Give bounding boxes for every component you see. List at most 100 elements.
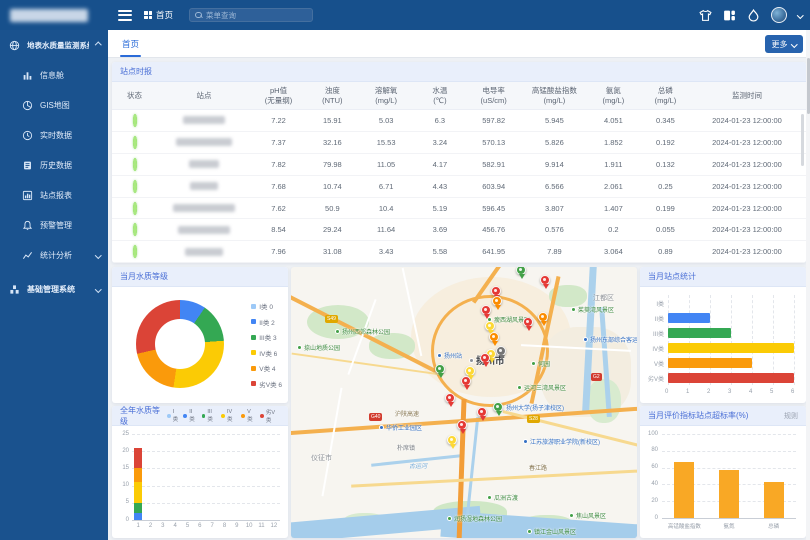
legend-item[interactable]: IV类 <box>221 409 237 423</box>
annual-quality-panel: 全年水质等级 I类II类III类IV类V类劣V类 051015202512345… <box>112 406 288 538</box>
station-marker[interactable] <box>496 346 506 356</box>
station-marker[interactable] <box>538 312 548 322</box>
theme-skin-icon[interactable] <box>699 9 712 22</box>
x-tick-label: 2 <box>707 389 710 395</box>
value-cell: 3.43 <box>358 247 414 256</box>
value-cell: 4.17 <box>414 160 466 169</box>
gridline <box>752 295 753 385</box>
legend-item[interactable]: II类 <box>183 409 197 423</box>
legend-item[interactable]: IV类 6 <box>251 348 282 358</box>
legend-item[interactable]: V类 4 <box>251 363 282 373</box>
park-icon <box>527 529 532 534</box>
station-marker[interactable] <box>516 267 526 275</box>
station-marker[interactable] <box>492 296 502 306</box>
station-marker[interactable] <box>435 364 445 374</box>
sidebar-root-base-management[interactable]: 基础管理系统 <box>0 274 108 304</box>
value-cell: 6.566 <box>521 182 587 191</box>
station-marker[interactable] <box>461 376 471 386</box>
table-row[interactable]: 7.6250.910.45.19596.453.8071.4070.199202… <box>112 198 806 220</box>
column-header: 水温(℃) <box>414 86 466 105</box>
table-row[interactable]: 7.3732.1615.533.24570.135.8261.8520.1922… <box>112 132 806 154</box>
station-marker[interactable] <box>477 407 487 417</box>
station-report-title: 站点时报 <box>120 66 152 77</box>
table-row[interactable]: 7.8279.9811.054.17582.919.9141.9110.1322… <box>112 154 806 176</box>
road-shield: G2 <box>591 373 602 381</box>
map[interactable]: G40S49S28G2 扬州市江都区仪征市扬州西郊森林公园捺山地质公园茱萸湾风景… <box>291 267 637 538</box>
sidebar-item-3[interactable]: 历史数据 <box>0 150 108 180</box>
sidebar-item-2[interactable]: 实时数据 <box>0 120 108 150</box>
alert-icon <box>22 220 33 231</box>
station-marker[interactable] <box>493 402 503 412</box>
station-marker[interactable] <box>445 393 455 403</box>
topnav-home[interactable]: 首页 <box>144 9 173 21</box>
table-row[interactable]: 8.5429.2411.643.69456.760.5760.20.055202… <box>112 219 806 241</box>
sidebar-item-5[interactable]: 预警管理 <box>0 210 108 240</box>
menu-search-input[interactable] <box>206 11 307 20</box>
more-button[interactable]: 更多 <box>765 35 804 53</box>
sidebar-item-6[interactable]: 统计分析 <box>0 240 108 270</box>
status-cell <box>112 204 157 213</box>
legend-item[interactable]: III类 <box>202 409 218 423</box>
x-tick-label: 0 <box>665 389 668 395</box>
page-scrollbar[interactable] <box>806 30 810 540</box>
rules-link[interactable]: 规则 <box>784 411 798 421</box>
table-row[interactable]: 7.2215.915.036.3597.825.9454.0510.345202… <box>112 110 806 132</box>
station-marker[interactable] <box>481 305 491 315</box>
legend-item[interactable]: II类 2 <box>251 317 282 327</box>
page-scrollbar-thumb[interactable] <box>807 58 810 114</box>
legend-item[interactable]: I类 <box>167 409 180 423</box>
park-icon <box>531 361 536 366</box>
station-marker[interactable] <box>465 366 475 376</box>
value-cell: 1.852 <box>587 138 639 147</box>
menu-search[interactable] <box>189 8 313 22</box>
map-label: 仪征市 <box>311 453 332 463</box>
legend-item[interactable]: I类 0 <box>251 301 282 311</box>
station-marker[interactable] <box>457 420 467 430</box>
value-cell: 570.13 <box>466 138 522 147</box>
station-marker[interactable] <box>491 286 501 296</box>
legend-label: III类 3 <box>259 332 276 342</box>
menu-toggle-icon[interactable] <box>118 10 132 21</box>
marker-tail <box>450 444 456 449</box>
value-cell: 15.53 <box>358 138 414 147</box>
donut-legend: I类 0 II类 2 III类 3 IV类 6 V类 4 劣V类 6 <box>251 301 282 389</box>
x-category-label: 总磷 <box>750 522 798 530</box>
column-header: 监测时间 <box>691 91 802 100</box>
legend-item[interactable]: 劣V类 6 <box>251 379 282 389</box>
vbar <box>719 470 739 518</box>
legend-label: 劣V类 <box>266 408 280 424</box>
value-cell: 79.98 <box>306 160 358 169</box>
value-cell: 7.89 <box>521 247 587 256</box>
station-marker[interactable] <box>480 353 490 363</box>
marker-tail <box>492 341 498 346</box>
table-row[interactable]: 7.6810.746.714.43603.946.5662.0610.25202… <box>112 176 806 198</box>
stacked-bar-segment <box>134 448 142 469</box>
flame-icon[interactable] <box>747 9 760 22</box>
legend-item[interactable]: III类 3 <box>251 332 282 342</box>
tab-home[interactable]: 首页 <box>122 30 139 57</box>
sidebar-item-1[interactable]: GIS地图 <box>0 90 108 120</box>
table-row[interactable]: 7.9631.083.435.58641.957.893.0640.892024… <box>112 241 806 263</box>
y-tick-label: 20 <box>646 498 658 504</box>
x-tick-label: 8 <box>221 523 229 529</box>
sidebar-root-surface-water-system[interactable]: 地表水质量监测系统 <box>0 30 108 60</box>
marker-tail <box>464 385 470 390</box>
station-marker[interactable] <box>447 435 457 445</box>
station-marker[interactable] <box>485 321 495 331</box>
value-cell: 6.3 <box>414 116 466 125</box>
sidebar-item-4[interactable]: 站点报表 <box>0 180 108 210</box>
marker-tail <box>541 321 547 326</box>
gridline <box>132 503 280 504</box>
station-marker[interactable] <box>540 275 550 285</box>
user-avatar[interactable] <box>771 7 787 23</box>
x-tick-label: 3 <box>728 389 731 395</box>
layout-screen-icon[interactable] <box>723 9 736 22</box>
table-scrollbar[interactable] <box>801 114 805 166</box>
sidebar-item-0[interactable]: 信息舱 <box>0 60 108 90</box>
station-marker[interactable] <box>489 332 499 342</box>
user-menu-chevron-icon[interactable] <box>797 12 803 18</box>
legend-item[interactable]: 劣V类 <box>260 408 280 424</box>
legend-label: IV类 <box>227 409 237 423</box>
legend-item[interactable]: V类 <box>241 409 256 423</box>
station-marker[interactable] <box>523 317 533 327</box>
